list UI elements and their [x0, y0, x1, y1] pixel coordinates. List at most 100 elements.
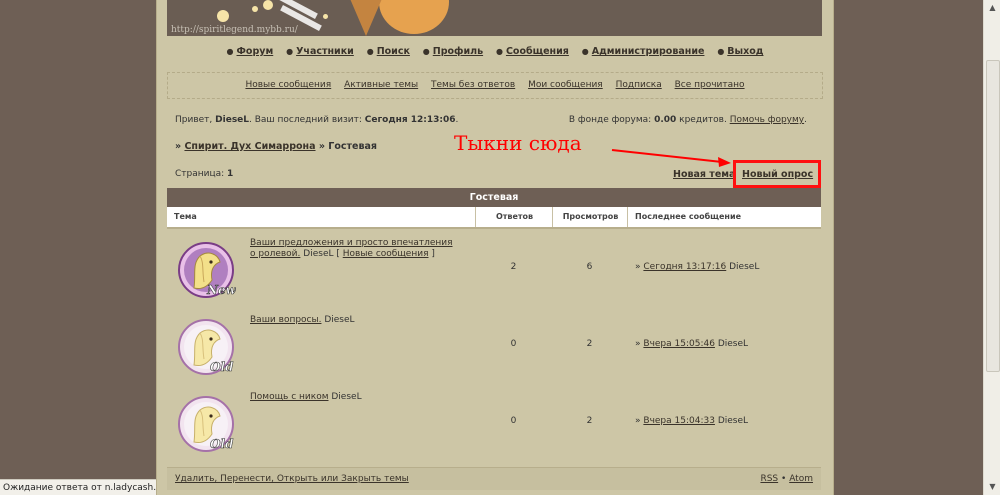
welcome-bar: Привет, DieseL. Ваш последний визит: Сег… [175, 115, 807, 129]
last-post: » Вчера 15:04:33 DieseL [627, 383, 821, 460]
nav-item-admin[interactable]: ● Администрирование [582, 46, 705, 57]
header-views: Просмотров [552, 207, 628, 227]
nav-item-label[interactable]: Выход [727, 46, 763, 57]
nav-item-members[interactable]: ● Участники [286, 46, 354, 57]
table-row: Old Помощь с ником DieseL 0 2 » Вчера 15… [167, 383, 821, 460]
scroll-thumb[interactable] [986, 60, 1000, 372]
topic-author: DieseL [324, 315, 355, 325]
topic-author: DieseL [303, 249, 334, 259]
nav-item-label[interactable]: Администрирование [592, 46, 705, 57]
crumb-separator: » [318, 141, 325, 152]
replies-count: 0 [510, 416, 517, 426]
last-post-link[interactable]: Вчера 15:04:33 [643, 416, 715, 426]
scroll-down-icon[interactable]: ▼ [984, 479, 1000, 495]
fund-label: В фонде форума: [568, 115, 652, 125]
banner-peak [342, 0, 390, 36]
greeting: Привет, [175, 115, 213, 125]
new-poll-link[interactable]: Новый опрос [742, 169, 813, 180]
nav-item-messages[interactable]: ● Сообщения [496, 46, 569, 57]
forum-fund: В фонде форума: 0.00 кредитов. Помочь фо… [568, 115, 807, 125]
username: DieseL [215, 115, 250, 125]
bullet-icon: ● [495, 47, 503, 56]
last-post: » Сегодня 13:17:16 DieseL [627, 229, 821, 306]
topic-badge: New [206, 283, 236, 297]
topics-table: Гостевая Тема Ответов Просмотров Последн… [167, 188, 821, 460]
subnav-subscriptions[interactable]: Подписка [616, 80, 662, 90]
nav-item-label[interactable]: Профиль [433, 46, 483, 57]
header-replies: Ответов [475, 207, 553, 227]
goto-icon: » [635, 339, 641, 349]
nav-item-label[interactable]: Поиск [377, 46, 410, 57]
crumb-current: Гостевая [328, 141, 377, 152]
vertical-scrollbar[interactable]: ▲ ▼ [983, 0, 1000, 495]
bullet-icon: ● [717, 47, 725, 56]
nav-item-search[interactable]: ● Поиск [367, 46, 410, 57]
forum-caption: Гостевая [167, 188, 821, 207]
sub-nav: Новые сообщения Активные темы Темы без о… [167, 72, 823, 99]
crumb-parent[interactable]: Спирит. Дух Симаррона [184, 141, 315, 152]
bullet-icon: ● [581, 47, 589, 56]
views-count: 2 [586, 339, 593, 349]
scroll-up-icon[interactable]: ▲ [984, 0, 1000, 16]
new-topic-link[interactable]: Новая тема [673, 169, 735, 180]
pager-label: Страница: [175, 169, 225, 179]
replies-count: 0 [510, 339, 517, 349]
last-visit-label: . Ваш последний визит: [249, 115, 362, 125]
annotation-text: Тыкни сюда [454, 131, 582, 155]
feed-separator: • [781, 474, 787, 484]
banner-orb [217, 10, 229, 22]
header-banner[interactable]: http://spiritlegend.mybb.ru/ [167, 0, 822, 36]
pagination: Страница: 1 [175, 169, 233, 179]
topic-new-icon: New [178, 242, 237, 298]
main-nav: ● Форум ● Участники ● Поиск ● Профиль ● Сообщ… [157, 46, 833, 57]
header-last-post: Последнее сообщение [627, 207, 821, 227]
breadcrumb: » Спирит. Дух Симаррона » Гостевая [175, 141, 377, 152]
topic-title-block: Помощь с ником DieseL [250, 392, 460, 403]
topic-link[interactable]: Помощь с ником [250, 392, 329, 402]
subnav-mark-read[interactable]: Все прочитано [675, 80, 745, 90]
views-count: 2 [586, 416, 593, 426]
topic-link[interactable]: Ваши вопросы. [250, 315, 321, 325]
table-header: Тема Ответов Просмотров Последнее сообще… [167, 207, 821, 229]
bullet-icon: ● [366, 47, 374, 56]
help-forum-link[interactable]: Помочь форуму [730, 115, 804, 125]
last-post-link[interactable]: Вчера 15:05:46 [643, 339, 715, 349]
new-posts-link[interactable]: Новые сообщения [343, 249, 429, 259]
banner-orb [263, 0, 273, 10]
subnav-unanswered[interactable]: Темы без ответов [431, 80, 515, 90]
last-visit-time: Сегодня 12:13:06 [364, 115, 456, 125]
subnav-active-topics[interactable]: Активные темы [344, 80, 418, 90]
fund-unit: кредитов. [679, 115, 727, 125]
crumb-separator: » [175, 141, 182, 152]
banner-orb [252, 6, 258, 12]
goto-icon: » [635, 416, 641, 426]
nav-item-profile[interactable]: ● Профиль [423, 46, 483, 57]
nav-item-logout[interactable]: ● Выход [717, 46, 763, 57]
last-post-link[interactable]: Сегодня 13:17:16 [643, 262, 726, 272]
forum-page: http://spiritlegend.mybb.ru/ ● Форум ● Уча… [156, 0, 834, 495]
fund-value: 0.00 [654, 115, 677, 125]
moderation-bar: Удалить, Перенести, Открыть или Закрыть … [167, 467, 821, 490]
subnav-new-posts[interactable]: Новые сообщения [245, 80, 331, 90]
nav-item-forum[interactable]: ● Форум [227, 46, 274, 57]
atom-link[interactable]: Atom [789, 474, 813, 484]
rss-link[interactable]: RSS [760, 474, 778, 484]
topic-title-block: Ваши вопросы. DieseL [250, 315, 460, 326]
pager-current: 1 [227, 169, 234, 179]
mod-actions-link[interactable]: Удалить, Перенести, Открыть или Закрыть … [175, 468, 409, 490]
nav-item-label[interactable]: Участники [296, 46, 354, 57]
replies-count: 2 [510, 262, 517, 272]
banner-orb [323, 14, 328, 19]
topic-old-icon: Old [178, 319, 236, 375]
feeds: RSS • Atom [760, 468, 813, 490]
nav-item-label[interactable]: Форум [237, 46, 274, 57]
last-post-author: DieseL [729, 262, 760, 272]
last-post: » Вчера 15:05:46 DieseL [627, 306, 821, 383]
header-topic: Тема [174, 212, 197, 221]
views-count: 6 [586, 262, 593, 272]
subnav-my-posts[interactable]: Мои сообщения [528, 80, 603, 90]
topic-badge: Old [210, 360, 234, 374]
bullet-icon: ● [286, 47, 294, 56]
topic-badge: Old [210, 437, 234, 451]
nav-item-label[interactable]: Сообщения [506, 46, 569, 57]
